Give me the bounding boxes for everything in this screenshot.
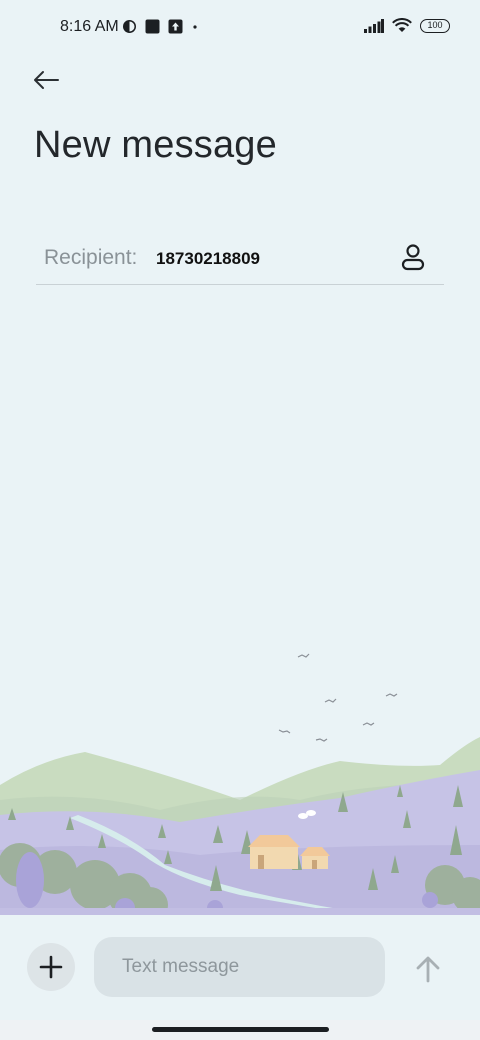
status-time: 8:16 AM [60, 18, 119, 35]
data-saver-icon [123, 20, 136, 33]
battery-indicator: 100 [420, 18, 450, 33]
navigation-bar [0, 1020, 480, 1040]
send-button[interactable] [410, 951, 446, 987]
more-notifications-dot-icon [193, 25, 197, 29]
recipient-label: Recipient: [44, 246, 138, 269]
attach-button[interactable] [27, 943, 75, 991]
landscape-illustration [0, 653, 480, 915]
app-notification-icon [145, 19, 160, 34]
back-arrow-icon [34, 71, 59, 89]
plus-icon [39, 955, 63, 979]
signal-icon [364, 18, 384, 33]
status-bar: 8:16 AM 100 [0, 0, 480, 56]
page-title: New message [34, 124, 277, 166]
recipient-field[interactable]: Recipient: 18730218809 [36, 232, 444, 285]
back-button[interactable] [30, 64, 64, 98]
pick-contact-button[interactable] [398, 242, 428, 274]
composer-bar [0, 915, 480, 1020]
birds-illustration [278, 653, 398, 742]
message-input[interactable] [94, 937, 385, 997]
wifi-icon [392, 18, 412, 32]
contact-person-icon [401, 244, 425, 271]
recipient-number[interactable]: 18730218809 [156, 249, 260, 269]
upload-icon [168, 19, 183, 34]
home-indicator[interactable] [152, 1027, 329, 1032]
notification-icons [122, 19, 199, 34]
send-arrow-icon [416, 956, 440, 983]
system-icons: 100 [364, 18, 450, 33]
